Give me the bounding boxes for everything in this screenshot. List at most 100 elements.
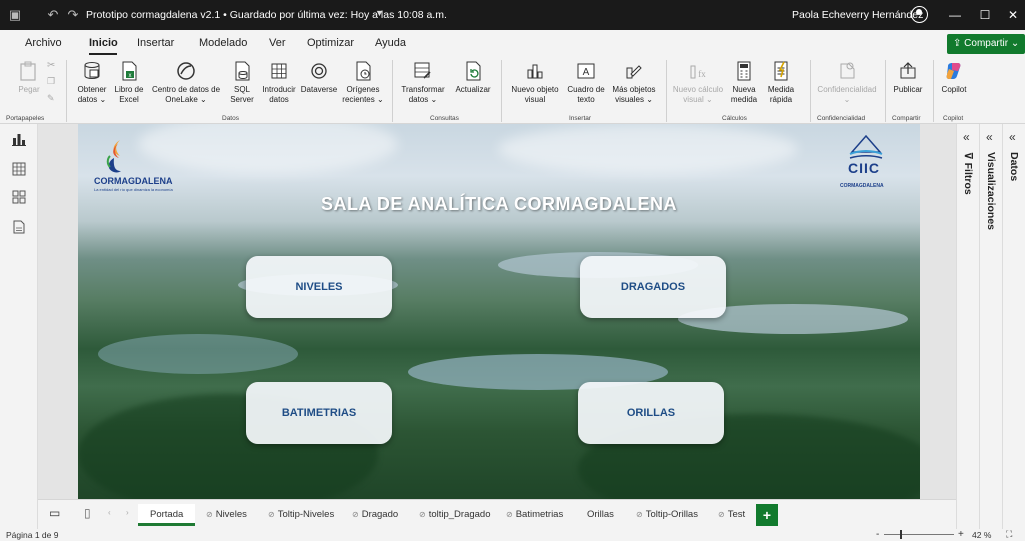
tab-dragado[interactable]: ⊘ Dragado xyxy=(352,504,398,526)
close-icon[interactable]: ✕ xyxy=(1003,6,1023,24)
publish-button[interactable]: Publicar xyxy=(889,58,927,95)
quick-measure-label: Medida rápida xyxy=(767,85,795,104)
save-icon[interactable]: ▣ xyxy=(6,6,24,24)
tab-toltip-orillas[interactable]: ⊘ Toltip-Orillas xyxy=(636,504,698,526)
undo-icon[interactable]: ↶ xyxy=(44,6,62,24)
tab-label: Toltip-Niveles xyxy=(277,509,335,520)
copilot-icon xyxy=(946,63,961,79)
svg-text:fx: fx xyxy=(698,69,706,79)
tab-orillas[interactable]: Orillas xyxy=(587,504,614,526)
desktop-layout-icon[interactable]: ▭ xyxy=(49,506,60,520)
group-consultas: Consultas xyxy=(430,115,459,122)
dataverse-button[interactable]: Dataverse xyxy=(300,58,338,95)
model-view-icon[interactable] xyxy=(9,190,29,208)
ribbon: Pegar ✂ ❐ ✎ Portapapeles Obtener datos ⌄… xyxy=(0,56,1025,124)
batimetrias-button[interactable]: BATIMETRIAS xyxy=(246,382,392,444)
tab-batimetrias[interactable]: ⊘ Batimetrias xyxy=(506,504,563,526)
cloud-shape xyxy=(498,124,798,174)
onelake-icon xyxy=(177,62,195,80)
mobile-layout-icon[interactable]: ▯ xyxy=(84,506,91,520)
recent-sources-icon xyxy=(356,61,371,81)
share-button[interactable]: ⇪ Compartir ⌄ xyxy=(947,34,1025,54)
more-visuals-button[interactable]: Más objetos visuales ⌄ xyxy=(608,58,660,105)
right-panels: « ⊽ Filtros « Visualizaciones « Datos xyxy=(956,124,1025,529)
sql-server-label: SQL Server xyxy=(230,85,254,104)
zoom-out-icon[interactable]: - xyxy=(876,529,879,540)
cut-icon[interactable]: ✂ xyxy=(47,60,55,71)
transform-icon xyxy=(414,62,431,79)
copilot-button[interactable]: Copilot xyxy=(937,58,971,95)
expand-data-icon[interactable]: « xyxy=(1009,130,1016,144)
group-copilot: Copilot xyxy=(943,115,964,122)
user-name: Paola Echeverry Hernández xyxy=(792,9,924,21)
format-painter-icon[interactable]: ✎ xyxy=(47,93,55,104)
data-panel[interactable]: « Datos xyxy=(1002,124,1025,529)
tab-toltip-dragado[interactable]: ⊘ toltip_Dragado xyxy=(419,504,491,526)
avatar[interactable] xyxy=(911,6,928,23)
fit-to-page-icon[interactable]: ⛶ xyxy=(1006,529,1012,540)
menu-archivo[interactable]: Archivo xyxy=(25,37,62,49)
report-view-icon[interactable] xyxy=(9,132,29,150)
menu-insertar[interactable]: Insertar xyxy=(137,37,174,49)
zoom-slider[interactable] xyxy=(884,534,954,535)
menu-optimizar[interactable]: Optimizar xyxy=(307,37,354,49)
paste-label: Pegar xyxy=(18,85,40,94)
menu-bar: Archivo Inicio Insertar Modelado Ver Opt… xyxy=(0,30,1025,56)
scroll-right-icon[interactable]: › xyxy=(126,508,129,517)
dragados-button[interactable]: DRAGADOS xyxy=(580,256,726,318)
expand-filters-icon[interactable]: « xyxy=(963,130,970,144)
zoom-in-icon[interactable]: + xyxy=(958,529,964,540)
group-datos: Datos xyxy=(222,115,239,122)
scroll-left-icon[interactable]: ‹ xyxy=(108,508,111,517)
minimize-icon[interactable]: — xyxy=(945,6,965,24)
paste-button[interactable]: Pegar xyxy=(14,58,44,95)
menu-ayuda[interactable]: Ayuda xyxy=(375,37,406,49)
redo-icon[interactable]: ↷ xyxy=(64,6,82,24)
enter-data-button[interactable]: Introducir datos xyxy=(258,58,300,105)
filters-panel[interactable]: « ⊽ Filtros xyxy=(956,124,979,529)
hidden-page-icon: ⊘ xyxy=(268,510,275,519)
menu-inicio[interactable]: Inicio xyxy=(89,37,118,49)
document-title[interactable]: Prototipo cormagdalena v2.1 • Guardado p… xyxy=(86,9,447,21)
maximize-icon[interactable]: ☐ xyxy=(975,6,995,24)
zoom-slider-handle[interactable] xyxy=(900,530,902,539)
tab-niveles[interactable]: ⊘ Niveles xyxy=(206,504,247,526)
water-shape xyxy=(98,334,298,374)
new-visual-button[interactable]: Nuevo objeto visual xyxy=(506,58,564,105)
chevron-down-icon[interactable]: ▼ xyxy=(375,8,384,18)
tab-toltip-niveles[interactable]: ⊘ Toltip-Niveles xyxy=(268,504,334,526)
tab-label: toltip_Dragado xyxy=(428,509,491,520)
divider xyxy=(66,60,67,122)
copy-icon[interactable]: ❐ xyxy=(47,76,55,87)
tab-label: Batimetrias xyxy=(515,509,564,520)
tab-test[interactable]: ⊘ Test xyxy=(718,504,745,526)
excel-workbook-button[interactable]: x Libro de Excel xyxy=(112,58,146,105)
quick-measure-button[interactable]: Medida rápida xyxy=(763,58,799,105)
dax-query-view-icon[interactable] xyxy=(9,220,29,238)
orillas-button[interactable]: ORILLAS xyxy=(578,382,724,444)
table-icon xyxy=(271,63,287,79)
tab-portada[interactable]: Portada xyxy=(138,504,196,526)
text-box-button[interactable]: A Cuadro de texto xyxy=(566,58,606,105)
view-sidebar xyxy=(0,124,38,529)
menu-modelado[interactable]: Modelado xyxy=(199,37,247,49)
new-measure-label: Nueva medida xyxy=(730,85,758,104)
recent-sources-button[interactable]: Orígenes recientes ⌄ xyxy=(340,58,386,105)
refresh-button[interactable]: Actualizar xyxy=(451,58,495,95)
page-title: SALA DE ANALÍTICA CORMAGDALENA xyxy=(321,194,677,214)
sensitivity-button[interactable]: Confidencialidad ⌄ xyxy=(814,58,880,105)
add-page-button[interactable]: + xyxy=(756,504,778,526)
menu-ver[interactable]: Ver xyxy=(269,37,286,49)
visualizations-label: Visualizaciones xyxy=(985,152,997,231)
onelake-button[interactable]: Centro de datos de OneLake ⌄ xyxy=(148,58,224,105)
transform-data-button[interactable]: Transformar datos ⌄ xyxy=(398,58,448,105)
new-measure-button[interactable]: Nueva medida xyxy=(727,58,761,105)
niveles-button[interactable]: NIVELES xyxy=(246,256,392,318)
hidden-page-icon: ⊘ xyxy=(352,510,359,519)
table-view-icon[interactable] xyxy=(9,162,29,180)
sql-server-button[interactable]: SQL Server xyxy=(227,58,257,105)
new-visual-calculation-button[interactable]: fx Nuevo cálculo visual ⌄ xyxy=(672,58,724,105)
get-data-button[interactable]: Obtener datos ⌄ xyxy=(73,58,111,105)
expand-visualizations-icon[interactable]: « xyxy=(986,130,993,144)
visualizations-panel[interactable]: « Visualizaciones xyxy=(979,124,1002,529)
